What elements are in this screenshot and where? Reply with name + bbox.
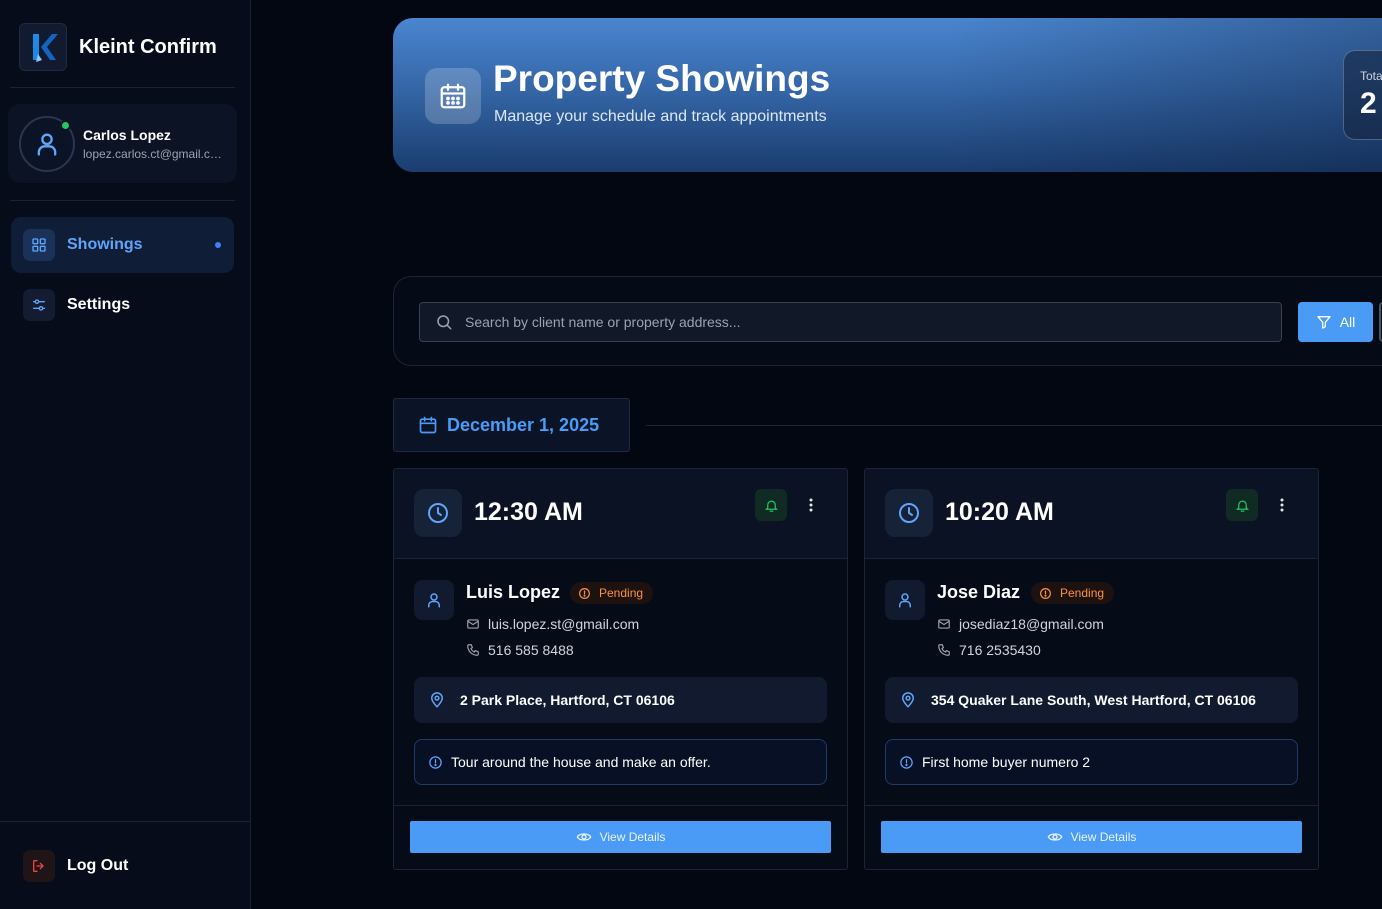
- mail-icon: [467, 619, 479, 629]
- search-box[interactable]: [419, 302, 1282, 342]
- card-divider: [865, 805, 1318, 806]
- phone-icon: [467, 644, 479, 656]
- status-label: Pending: [599, 586, 644, 600]
- showing-time: 10:20 AM: [945, 498, 1054, 526]
- bell-icon: [1235, 500, 1249, 512]
- view-details-button[interactable]: View Details: [410, 821, 831, 853]
- view-details-label: View Details: [1070, 830, 1137, 844]
- map-pin-icon: [430, 692, 444, 708]
- search-input[interactable]: [465, 314, 1281, 330]
- client-email-row[interactable]: luis.lopez.st@gmail.com: [466, 616, 639, 632]
- user-icon: [37, 133, 57, 156]
- more-vertical-icon: [809, 498, 813, 512]
- showing-card: 10:20 AM Jose Diaz Pending josediaz18@gm…: [864, 468, 1319, 870]
- search-panel: All: [393, 276, 1382, 366]
- client-phone-row[interactable]: 716 2535430: [937, 642, 1041, 658]
- alert-circle-icon: [579, 587, 590, 599]
- showing-card: 12:30 AM Luis Lopez Pending luis.lopez.s…: [393, 468, 848, 870]
- clock-icon: [414, 489, 462, 537]
- showing-note: First home buyer numero 2: [885, 739, 1298, 785]
- app-name: Kleint Confirm: [79, 35, 217, 58]
- page-subtitle: Manage your schedule and track appointme…: [494, 108, 827, 125]
- client-phone: 516 585 8488: [488, 642, 574, 658]
- client-email: josediaz18@gmail.com: [959, 616, 1104, 632]
- user-name: Carlos Lopez: [83, 126, 171, 143]
- mail-icon: [938, 619, 950, 629]
- stat-label: Total: [1360, 69, 1382, 83]
- stat-value: 2: [1360, 87, 1377, 120]
- brand[interactable]: Kleint Confirm: [19, 23, 217, 71]
- page-header-banner: Property Showings Manage your schedule a…: [393, 18, 1382, 172]
- sidebar-divider: [10, 87, 235, 88]
- more-vertical-icon: [1280, 498, 1284, 512]
- client-name: Luis Lopez: [466, 582, 560, 602]
- search-icon: [437, 315, 452, 330]
- sidebar-divider: [10, 200, 235, 201]
- sidebar-item-label: Settings: [67, 296, 131, 313]
- info-icon: [429, 755, 442, 769]
- reminder-button[interactable]: [755, 489, 787, 521]
- date-label: December 1, 2025: [447, 414, 600, 435]
- info-icon: [900, 755, 913, 769]
- sidebar-item-settings[interactable]: Settings: [11, 277, 234, 333]
- user-email: lopez.carlos.ct@gmail.com: [83, 146, 223, 161]
- phone-icon: [938, 644, 950, 656]
- page-title: Property Showings: [493, 58, 831, 99]
- more-options-button[interactable]: [802, 493, 820, 517]
- view-details-button[interactable]: View Details: [881, 821, 1302, 853]
- property-address[interactable]: 354 Quaker Lane South, West Hartford, CT…: [885, 677, 1298, 723]
- address-text: 354 Quaker Lane South, West Hartford, CT…: [931, 692, 1256, 708]
- sidebar: Kleint Confirm Carlos Lopez lopez.carlos…: [0, 0, 251, 909]
- reminder-button[interactable]: [1226, 489, 1258, 521]
- showing-note: Tour around the house and make an offer.: [414, 739, 827, 785]
- status-badge: Pending: [1031, 582, 1115, 604]
- filter-icon: [1317, 316, 1331, 329]
- logout-button[interactable]: Log Out: [11, 838, 234, 894]
- property-address[interactable]: 2 Park Place, Hartford, CT 06106: [414, 677, 827, 723]
- filter-label: All: [1339, 314, 1356, 330]
- client-phone-row[interactable]: 516 585 8488: [466, 642, 574, 658]
- filter-button[interactable]: All: [1298, 302, 1373, 342]
- view-details-label: View Details: [599, 830, 666, 844]
- sidebar-divider: [0, 821, 250, 822]
- note-text: First home buyer numero 2: [922, 754, 1091, 770]
- date-group-header: December 1, 2025: [393, 398, 630, 452]
- client-user-icon: [414, 580, 454, 620]
- kleint-logo-icon: [19, 23, 67, 71]
- status-label: Pending: [1060, 586, 1105, 600]
- online-status-dot: [60, 119, 71, 131]
- eye-icon: [576, 833, 592, 841]
- client-email: luis.lopez.st@gmail.com: [488, 616, 640, 632]
- alert-circle-icon: [1040, 587, 1051, 599]
- logout-label: Log Out: [67, 857, 129, 874]
- status-badge: Pending: [570, 582, 654, 604]
- calendar-icon: [425, 68, 481, 124]
- card-divider: [394, 805, 847, 806]
- map-pin-icon: [901, 692, 915, 708]
- client-user-icon: [885, 580, 925, 620]
- avatar: [19, 115, 75, 172]
- total-stat-card: Total 2: [1343, 50, 1382, 140]
- active-indicator-dot: [215, 242, 221, 248]
- client-email-row[interactable]: josediaz18@gmail.com: [937, 616, 1104, 632]
- bell-icon: [764, 500, 778, 512]
- user-profile[interactable]: Carlos Lopez lopez.carlos.ct@gmail.com: [8, 104, 237, 183]
- clock-icon: [885, 489, 933, 537]
- grid-icon: [23, 229, 55, 261]
- sliders-icon: [23, 289, 55, 321]
- card-header: 10:20 AM: [865, 469, 1318, 559]
- note-text: Tour around the house and make an offer.: [451, 754, 711, 770]
- client-phone: 716 2535430: [959, 642, 1041, 658]
- sidebar-item-label: Showings: [67, 236, 143, 253]
- date-divider: [646, 425, 1382, 426]
- showing-time: 12:30 AM: [474, 498, 583, 526]
- address-text: 2 Park Place, Hartford, CT 06106: [460, 692, 675, 708]
- card-header: 12:30 AM: [394, 469, 847, 559]
- calendar-icon: [419, 416, 437, 434]
- sidebar-item-showings[interactable]: Showings: [11, 217, 234, 273]
- logout-icon: [23, 850, 55, 882]
- eye-icon: [1047, 833, 1063, 841]
- client-name: Jose Diaz: [937, 582, 1021, 602]
- more-options-button[interactable]: [1273, 493, 1291, 517]
